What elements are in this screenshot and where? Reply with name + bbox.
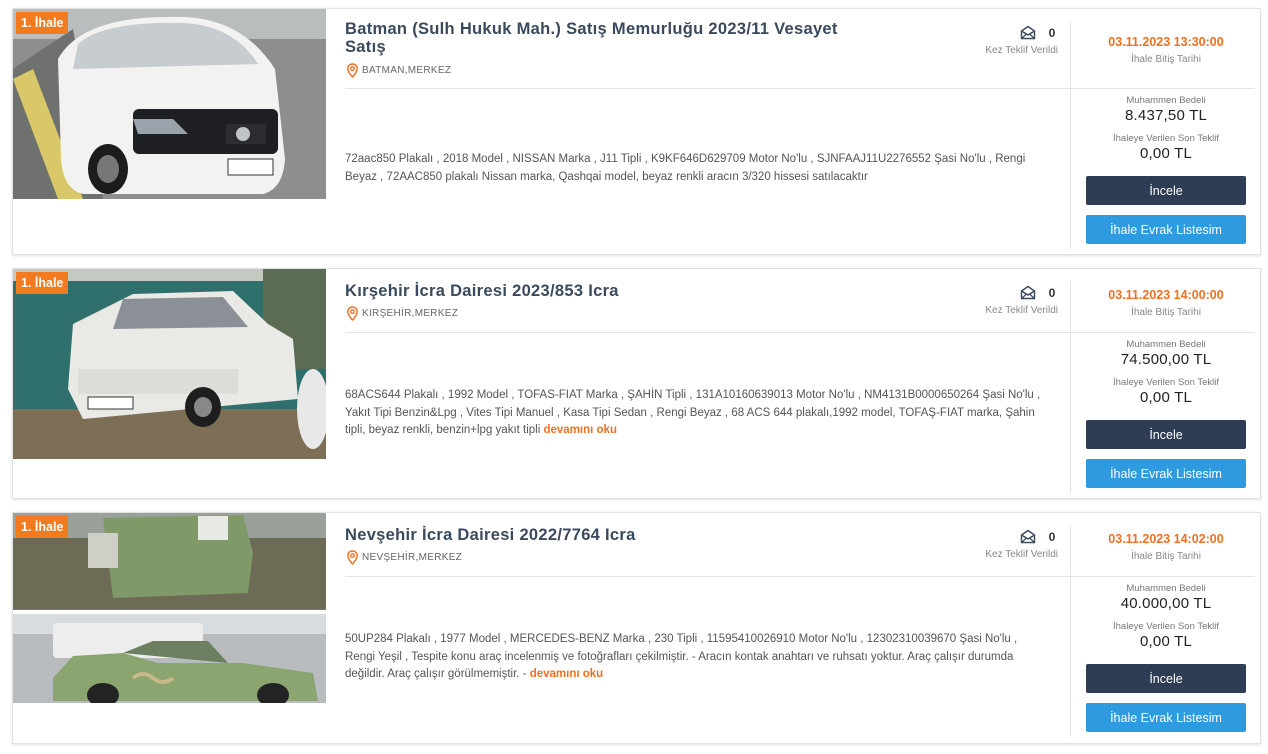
document-list-button[interactable]: İhale Evrak Listesim	[1086, 703, 1246, 732]
white-tofas-sahin-photo	[13, 269, 326, 459]
document-list-button[interactable]: İhale Evrak Listesim	[1086, 459, 1246, 488]
offer-count-number: 0	[1048, 285, 1056, 300]
vehicle-photo[interactable]: 1. İhale	[13, 9, 326, 199]
read-more-link[interactable]: devamını oku	[530, 668, 604, 680]
inspect-button[interactable]: İncele	[1086, 176, 1246, 205]
price-block: Muhammen Bedeli 40.000,00 TL İhaleye Ver…	[1071, 583, 1261, 650]
auction-card: 1. İhale Kırşehir İcra Dairesi 2023/853 …	[12, 268, 1261, 499]
envelope-open-icon	[1020, 529, 1036, 544]
end-date-value: 03.11.2023 13:30:00	[1108, 35, 1224, 49]
map-pin-icon	[347, 63, 358, 78]
estimate-label: Muhammen Bedeli	[1126, 95, 1206, 106]
map-pin-icon	[347, 550, 358, 565]
offer-count-number: 0	[1048, 25, 1056, 40]
estimate-value: 40.000,00 TL	[1120, 595, 1212, 612]
envelope-open-icon	[1020, 285, 1036, 300]
last-offer-value: 0,00 TL	[1140, 633, 1192, 650]
offer-count-number: 0	[1048, 529, 1056, 544]
estimate-label: Muhammen Bedeli	[1126, 583, 1206, 594]
last-offer-value: 0,00 TL	[1140, 389, 1192, 406]
auction-list: 1. İhale Batman (Sulh Hukuk Mah.) Satış …	[0, 0, 1268, 754]
auction-description: 50UP284 Plakalı , 1977 Model , MERCEDES-…	[345, 631, 1045, 684]
location-text: NEVŞEHİR,MERKEZ	[362, 552, 463, 563]
estimate-label: Muhammen Bedeli	[1126, 339, 1206, 350]
offer-count: 0 Kez Teklif Verildi	[968, 25, 1058, 57]
description-text: 72aac850 Plakalı , 2018 Model , NISSAN M…	[345, 153, 1026, 183]
vehicle-photo[interactable]: 1. İhale	[13, 513, 326, 703]
vehicle-photo[interactable]: 1. İhale	[13, 269, 326, 459]
last-offer-label: İhaleye Verilen Son Teklif	[1113, 621, 1219, 632]
document-list-button[interactable]: İhale Evrak Listesim	[1086, 215, 1246, 244]
estimate-value: 74.500,00 TL	[1120, 351, 1212, 368]
auction-description: 72aac850 Plakalı , 2018 Model , NISSAN M…	[345, 151, 1045, 186]
offer-count-label: Kez Teklif Verildi	[985, 549, 1058, 560]
offer-count: 0 Kez Teklif Verildi	[968, 285, 1058, 317]
last-offer-value: 0,00 TL	[1140, 145, 1192, 162]
divider	[345, 576, 1255, 577]
location-text: KIRŞEHİR,MERKEZ	[362, 308, 459, 319]
auction-card: 1. İhale Batman (Sulh Hukuk Mah.) Satış …	[12, 8, 1261, 255]
auction-title[interactable]: Batman (Sulh Hukuk Mah.) Satış Memurluğu…	[345, 20, 865, 56]
offer-count-label: Kez Teklif Verildi	[985, 305, 1058, 316]
offer-count: 0 Kez Teklif Verildi	[968, 529, 1058, 561]
end-date-value: 03.11.2023 14:00:00	[1108, 288, 1224, 302]
price-block: Muhammen Bedeli 8.437,50 TL İhaleye Veri…	[1071, 95, 1261, 162]
end-date-label: İhale Bitiş Tarihi	[1131, 307, 1201, 318]
read-more-link[interactable]: devamını oku	[543, 424, 617, 436]
end-date-label: İhale Bitiş Tarihi	[1131, 54, 1201, 65]
end-date: 03.11.2023 14:00:00 İhale Bitiş Tarihi	[1071, 288, 1261, 318]
description-text: 68ACS644 Plakalı , 1992 Model , TOFAS-FI…	[345, 389, 1041, 436]
estimate-value: 8.437,50 TL	[1125, 107, 1207, 124]
end-date-value: 03.11.2023 14:02:00	[1108, 532, 1224, 546]
location: BATMAN,MERKEZ	[346, 63, 451, 78]
price-block: Muhammen Bedeli 74.500,00 TL İhaleye Ver…	[1071, 339, 1261, 406]
inspect-button[interactable]: İncele	[1086, 664, 1246, 693]
last-offer-label: İhaleye Verilen Son Teklif	[1113, 133, 1219, 144]
end-date: 03.11.2023 13:30:00 İhale Bitiş Tarihi	[1071, 35, 1261, 65]
location: KIRŞEHİR,MERKEZ	[346, 306, 458, 321]
end-date: 03.11.2023 14:02:00 İhale Bitiş Tarihi	[1071, 532, 1261, 562]
map-pin-icon	[347, 306, 358, 321]
auction-title[interactable]: Nevşehir İcra Dairesi 2022/7764 Icra	[345, 526, 865, 544]
auction-description: 68ACS644 Plakalı , 1992 Model , TOFAS-FI…	[345, 387, 1045, 440]
location-text: BATMAN,MERKEZ	[362, 65, 452, 76]
auction-round-badge: 1. İhale	[16, 272, 69, 294]
auction-round-badge: 1. İhale	[16, 12, 69, 34]
white-nissan-qashqai-photo	[13, 9, 326, 199]
divider	[345, 88, 1255, 89]
envelope-open-icon	[1020, 25, 1036, 40]
inspect-button[interactable]: İncele	[1086, 420, 1246, 449]
location: NEVŞEHİR,MERKEZ	[346, 550, 462, 565]
last-offer-label: İhaleye Verilen Son Teklif	[1113, 377, 1219, 388]
divider	[345, 332, 1255, 333]
green-mercedes-230-photo	[13, 513, 326, 703]
description-text: 50UP284 Plakalı , 1977 Model , MERCEDES-…	[345, 633, 1018, 680]
end-date-label: İhale Bitiş Tarihi	[1131, 551, 1201, 562]
auction-card: 1. İhale Nevşehir İcra Dairesi 2022/7764…	[12, 512, 1261, 744]
auction-title[interactable]: Kırşehir İcra Dairesi 2023/853 Icra	[345, 282, 865, 300]
offer-count-label: Kez Teklif Verildi	[985, 45, 1058, 56]
auction-round-badge: 1. İhale	[16, 516, 69, 538]
